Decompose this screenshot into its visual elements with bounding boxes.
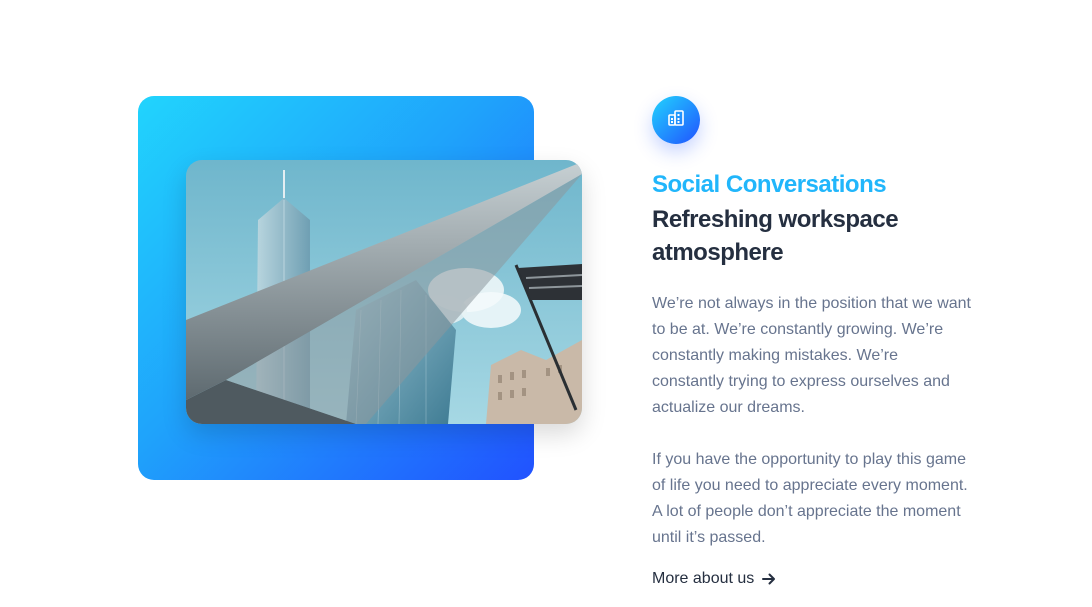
photo-illustration (186, 160, 582, 424)
more-about-us-link[interactable]: More about us (652, 568, 776, 590)
section-eyebrow: Social Conversations (652, 171, 887, 198)
section-heading: Refreshing workspace atmosphere (652, 206, 899, 266)
building-icon-badge (652, 96, 700, 144)
description-paragraph-2: If you have the opportunity to play this… (652, 451, 968, 546)
description-paragraph-1: We’re not always in the position that we… (652, 295, 971, 416)
city-architecture-photo (186, 160, 582, 424)
building-icon (667, 109, 685, 132)
more-about-us-label: More about us (652, 570, 755, 587)
arrow-right-icon (762, 572, 776, 586)
